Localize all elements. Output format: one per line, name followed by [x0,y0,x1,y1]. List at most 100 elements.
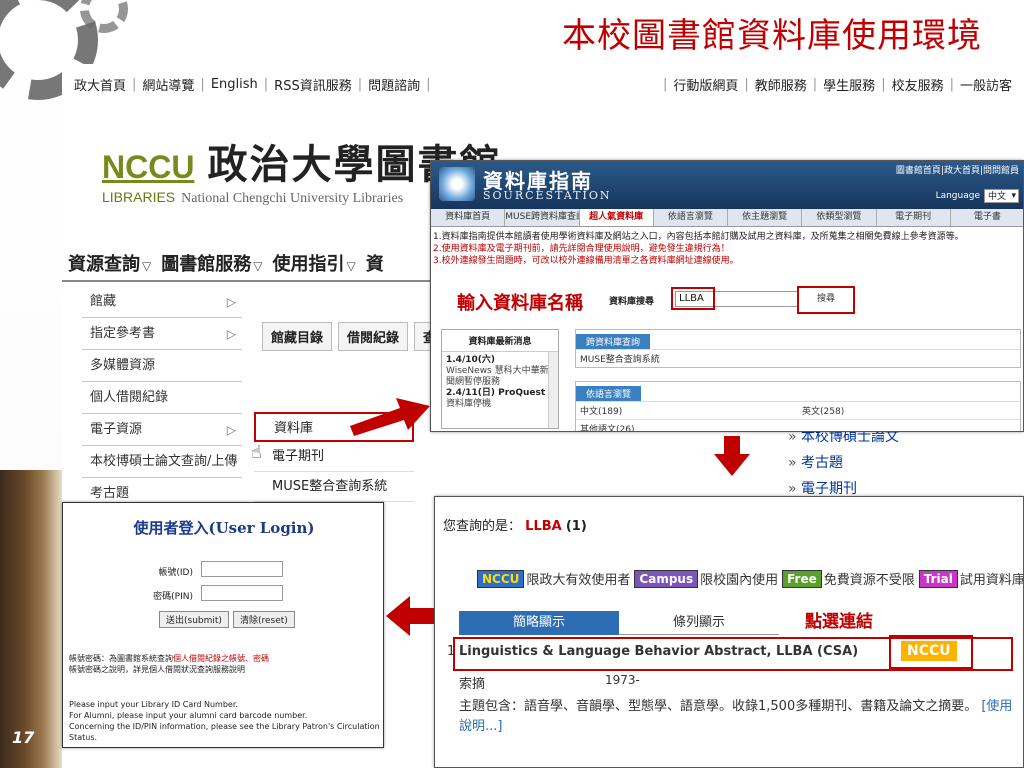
click-annotation: 點選連結 [805,612,873,632]
arrow-down-icon [714,436,750,476]
search-input-highlight [671,287,715,310]
lang-browse-title: 依語言瀏覽 [576,386,642,401]
cross-db-box: 跨資料庫查詢 MUSE整合查詢系統 [575,329,1021,368]
result-title-link[interactable]: Linguistics & Language Behavior Abstract… [459,644,858,659]
link-exam[interactable]: 考古題 [788,450,899,476]
link-faculty[interactable]: 教師服務 [749,75,813,94]
hand-cursor-icon: ☝ [251,442,262,463]
side-menu-item[interactable]: 指定參考書 ▷ [82,318,242,350]
nav-more[interactable]: 資 [366,250,384,276]
search-result-window: 您查詢的是： LLBA (1) NCCU 限政大有效使用者 Campus 限校園內使… [434,496,1024,768]
news-date: 2.4/11(日) ProQuest [446,388,546,398]
chevron-down-icon: ▽ [346,259,356,273]
muse-link[interactable]: MUSE整合查詢系統 [576,349,798,367]
nav-user-guide[interactable]: 使用指引 ▽ [272,250,361,276]
news-scrollbar[interactable] [548,352,558,428]
search-caption: 資料庫搜尋 [609,297,655,307]
tab-by-subject[interactable]: 依主題瀏覽 [728,209,803,226]
notice-line-2: 2.使用資料庫及電子期刊前，請先詳閱合理使用說明，避免發生違規行為！ [433,244,730,254]
display-tabs: 簡略顯示 條列顯示 [459,611,779,635]
pin-label: 密碼(PIN) [153,592,193,602]
submenu-item-ejournal[interactable]: 電子期刊 [254,442,414,472]
link-english[interactable]: English [205,77,264,92]
nav-resource-search[interactable]: 資源查詢 ▽ [68,250,157,276]
result-nccu-badge[interactable]: NCCU [901,641,957,661]
sourcestation-top-links[interactable]: 圖書館首頁|政大首頁|問問館員 [896,163,1019,176]
login-note-cn: 帳號密碼：為圖書館系統查詢個人借閱紀錄之帳號、密碼 帳號密碼之說明，詳見個人借閱… [69,654,269,674]
search-annotation: 輸入資料庫名稱 [457,293,583,314]
login-title: 使用者登入(User Login) [133,519,315,537]
top-links-right: | 行動版網頁 | 教師服務 | 學生服務 | 校友服務 | 一般訪客 [663,75,1018,94]
tab-by-type[interactable]: 依類型瀏覽 [802,209,877,226]
chevron-down-icon: ▽ [142,259,152,273]
sourcestation-notice: 1.資料庫指南提供本館讀者使用學術資料庫及網站之入口，內容包括本館訂購及試用之資… [433,231,1023,267]
abstract-label: 索摘 [459,677,486,692]
side-menu-item[interactable]: 電子資源 ▷ [82,414,242,446]
tab-circulation[interactable]: 借閱紀錄 [338,322,409,351]
result-description: 主題包含：語音學、音韻學、型態學、語意學。收錄1,500多種期刊、書籍及論文之摘… [459,699,1013,734]
link-visitor[interactable]: 一般訪客 [954,75,1018,94]
lang-other-link[interactable]: 其他語文(26) [576,419,798,431]
nav-library-services[interactable]: 圖書館服務 ▽ [161,250,268,276]
tab-db-home[interactable]: 資料庫首頁 [431,209,506,226]
tab-list-view[interactable]: 條列顯示 [619,611,779,635]
language-label: Language [935,191,980,201]
badge-nccu: NCCU [477,569,525,588]
link-site-map[interactable]: 網站導覽 [136,75,200,94]
tab-by-language[interactable]: 依語言瀏覽 [654,209,728,226]
query-summary: 您查詢的是： LLBA (1) [443,519,587,534]
news-item[interactable]: 資料庫停機 [446,399,554,410]
submenu-item-muse[interactable]: MUSE整合查詢系統 [254,472,414,502]
chevron-right-icon: ▷ [226,295,236,309]
id-label: 帳號(ID) [158,568,193,578]
news-list: 1.4/10(六) WiseNews 慧科大中華新聞網暫停服務 2.4/11(日… [442,352,558,413]
chevron-right-icon: ▷ [226,423,236,437]
link-nccu-home[interactable]: 政大首頁 [68,75,132,94]
books-decoration [0,470,62,768]
link-inquiry[interactable]: 問題諮詢 [362,75,426,94]
search-button[interactable]: 搜尋 [797,286,855,314]
chevron-down-icon: ▽ [253,259,263,273]
tab-brief-view[interactable]: 簡略顯示 [459,611,619,635]
link-student[interactable]: 學生服務 [817,75,881,94]
lang-english-link[interactable]: 英文(258) [798,401,1020,419]
pin-input[interactable] [201,585,283,601]
sourcestation-window: 資料庫指南 SOURCESTATION 圖書館首頁|政大首頁|問問館員 Lang… [430,160,1024,432]
top-links-left: 政大首頁 | 網站導覽 | English | RSS資訊服務 | 問題諮詢 | [68,75,431,94]
side-menu-item[interactable]: 多媒體資源 [82,350,242,382]
page-number: 17 [12,728,35,747]
reset-button[interactable]: 清除(reset) [233,611,295,628]
id-input[interactable] [201,561,283,577]
query-term: LLBA [525,519,562,534]
news-item[interactable]: WiseNews 慧科大中華新聞網暫停服務 [446,366,554,388]
link-rss[interactable]: RSS資訊服務 [268,75,358,94]
link-alumni[interactable]: 校友服務 [886,75,950,94]
login-note-en: Please input your Library ID Card Number… [69,700,380,742]
sourcestation-tabs: 資料庫首頁 MUSE跨資料庫查詢 超人氣資料庫 依語言瀏覽 依主題瀏覽 依類型瀏… [431,209,1023,227]
news-panel: 資料庫最新消息 1.4/10(六) WiseNews 慧科大中華新聞網暫停服務 … [441,329,559,429]
sourcestation-subtitle: SOURCESTATION [483,189,612,202]
slide-title: 本校圖書館資料庫使用環境 [562,16,982,56]
catalog-tabs: 館藏目錄 借閱紀錄 查 [262,322,446,351]
tab-muse[interactable]: MUSE跨資料庫查詢 [505,209,580,226]
logo-sub-mark: LIBRARIES [102,189,176,205]
sourcestation-logo-icon [439,167,475,201]
query-count: (1) [565,519,587,534]
tab-popular-db[interactable]: 超人氣資料庫 [579,209,654,226]
lang-chinese-link[interactable]: 中文(189) [576,401,798,419]
language-select[interactable]: 中文 [983,189,1019,203]
login-window: 使用者登入(User Login) 帳號(ID) 密碼(PIN) 送出(subm… [62,502,384,748]
tab-catalog[interactable]: 館藏目錄 [262,322,333,351]
notice-line-1: 1.資料庫指南提供本館讀者使用學術資料庫及網站之入口，內容包括本館訂購及試用之資… [433,232,964,242]
side-menu-item[interactable]: 個人借閱紀錄 [82,382,242,414]
tab-ebook[interactable]: 電子書 [951,209,1023,226]
side-menu-item[interactable]: 本校博碩士論文查詢/上傳 [82,446,242,478]
badge-campus: Campus [634,569,699,588]
result-number: 1 [447,644,456,659]
side-menu-item[interactable]: 館藏 ▷ [82,286,242,318]
logo-mark: NCCU [102,149,195,185]
logo-subtitle: LIBRARIES National Chengchi University Li… [102,189,403,207]
tab-ejournal[interactable]: 電子期刊 [877,209,951,226]
link-mobile[interactable]: 行動版網頁 [667,75,744,94]
submit-button[interactable]: 送出(submit) [159,611,229,628]
